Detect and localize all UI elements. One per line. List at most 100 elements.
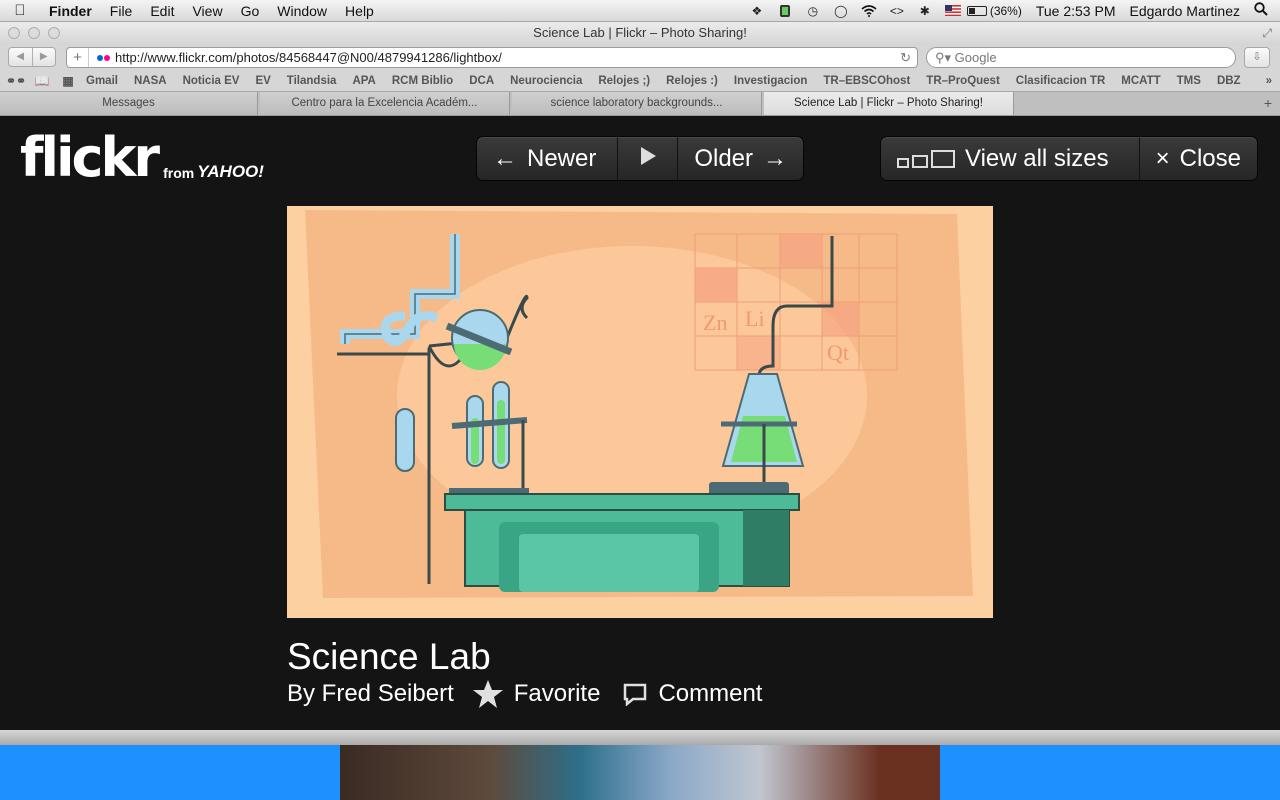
menu-app-name[interactable]: Finder — [40, 3, 101, 19]
menu-file[interactable]: File — [101, 3, 142, 19]
search-placeholder: Google — [954, 50, 997, 65]
bookmark-item[interactable]: TR–EBSCOhost — [815, 75, 918, 87]
arrow-left-icon: ← — [493, 144, 517, 172]
close-window-icon[interactable] — [8, 27, 20, 39]
downloads-button[interactable]: ⇩ — [1244, 47, 1270, 68]
arrow-right-icon: → — [763, 144, 787, 172]
photo-nav-group: ← Newer Older → — [476, 136, 804, 181]
menu-clock[interactable]: Tue 2:53 PM — [1036, 3, 1116, 19]
menu-go[interactable]: Go — [232, 3, 269, 19]
flickr-logo[interactable]: flickr from YAHOO! — [20, 126, 264, 189]
bookmark-item[interactable]: Investigacion — [726, 75, 816, 87]
older-label: Older — [694, 144, 753, 172]
bookmark-item[interactable]: Tilandsia — [279, 75, 345, 87]
flag-us-icon[interactable] — [944, 4, 962, 18]
apple-menu-icon[interactable]:  — [0, 2, 40, 19]
menu-help[interactable]: Help — [336, 3, 383, 19]
newer-button[interactable]: ← Newer — [477, 137, 619, 180]
tab-centro-excelencia[interactable]: Centro para la Excelencia Académ... — [260, 92, 510, 115]
menu-edit[interactable]: Edit — [141, 3, 183, 19]
view-all-sizes-button[interactable]: View all sizes — [881, 137, 1140, 180]
forward-button[interactable]: ▶ — [33, 48, 56, 66]
bookmark-item[interactable]: DCA — [461, 75, 502, 87]
comment-link[interactable]: Comment — [658, 680, 762, 708]
bookmark-item[interactable]: Relojes ;) — [590, 75, 658, 87]
timemachine-icon[interactable]: ◷ — [804, 4, 822, 18]
wifi-icon[interactable] — [860, 4, 878, 18]
logo-from-text: from — [163, 165, 195, 181]
back-button[interactable]: ◀ — [9, 48, 33, 66]
battery-icon — [966, 5, 987, 16]
menu-bar:  Finder File Edit View Go Window Help ❖… — [0, 0, 1280, 22]
battery-percent: (36%) — [989, 3, 1022, 18]
bookmark-item[interactable]: Clasificacion TR — [1008, 75, 1113, 87]
battery-indicator[interactable]: (36%) — [966, 3, 1022, 18]
older-button[interactable]: Older → — [678, 137, 803, 180]
photo-view-group: View all sizes × Close — [880, 136, 1258, 181]
tab-messages[interactable]: Messages — [0, 92, 258, 115]
bookmark-item[interactable]: TMS — [1169, 75, 1209, 87]
bookmark-item[interactable]: Relojes :) — [658, 75, 726, 87]
tab-science-backgrounds[interactable]: science laboratory backgrounds... — [512, 92, 762, 115]
photo-title: Science Lab — [287, 636, 491, 677]
photo-science-lab[interactable]: Zn Li Qt — [287, 206, 993, 618]
spotlight-icon[interactable] — [1254, 2, 1268, 19]
minimize-window-icon[interactable] — [28, 27, 40, 39]
bluetooth-icon[interactable]: ✱ — [916, 4, 934, 18]
menu-window[interactable]: Window — [268, 3, 336, 19]
bookmark-item[interactable]: Neurociencia — [502, 75, 590, 87]
photo-byline[interactable]: By Fred Seibert — [287, 680, 454, 708]
status-area: ❖ ◷ ◯ <> ✱ (36%) Tue 2:53 PM Edgardo Mar… — [743, 0, 1280, 22]
new-tab-icon[interactable]: + — [1256, 92, 1280, 115]
flickr-lightbox: flickr from YAHOO! ← Newer Older → View … — [0, 116, 1280, 730]
window-bottom-edge — [0, 730, 1280, 745]
bookmark-item[interactable]: DBZ — [1209, 75, 1249, 87]
fullscreen-icon[interactable]: ⤢ — [1262, 22, 1272, 44]
bookmark-item[interactable]: NASA — [126, 75, 175, 87]
search-icon: ⚲▾ — [935, 50, 952, 65]
reload-icon[interactable]: ↻ — [900, 48, 911, 67]
chart-label-qt: Qt — [827, 340, 849, 365]
chart-label-zn: Zn — [703, 310, 727, 335]
bookmarks-book-icon[interactable]: 📖 — [32, 74, 52, 88]
code-icon[interactable]: <> — [888, 4, 906, 18]
search-field[interactable]: ⚲▾ Google — [926, 47, 1236, 68]
dropbox-icon[interactable]: ❖ — [748, 4, 766, 18]
view-all-sizes-label: View all sizes — [965, 144, 1109, 172]
chart-label-li: Li — [745, 306, 765, 331]
tab-science-lab-flickr[interactable]: Science Lab | Flickr – Photo Sharing! — [764, 92, 1014, 115]
url-text[interactable]: http://www.flickr.com/photos/84568447@N0… — [115, 48, 502, 67]
bookmark-item[interactable]: RCM Biblio — [384, 75, 461, 87]
bookmark-item[interactable]: Gmail — [78, 75, 126, 87]
close-lightbox-button[interactable]: × Close — [1140, 137, 1257, 180]
star-icon[interactable] — [472, 679, 504, 709]
zoom-window-icon[interactable] — [48, 27, 60, 39]
menu-user[interactable]: Edgardo Martinez — [1129, 3, 1240, 19]
bookmark-item[interactable]: TR–ProQuest — [918, 75, 1008, 87]
add-bookmark-icon[interactable]: + — [67, 48, 89, 67]
slideshow-button[interactable] — [618, 137, 679, 180]
address-bar[interactable]: + http://www.flickr.com/photos/84568447@… — [66, 47, 918, 68]
sync-icon[interactable]: ◯ — [832, 4, 850, 18]
tab-bar: Messages Centro para la Excelencia Acadé… — [0, 92, 1280, 116]
yahoo-logo-text: YAHOO! — [197, 162, 264, 181]
menu-view[interactable]: View — [183, 3, 231, 19]
bookmarks-bar: ⚭⚭ 📖 ▦ Gmail NASA Noticia EV EV Tilandsi… — [0, 70, 1280, 92]
top-sites-grid-icon[interactable]: ▦ — [58, 74, 78, 88]
favorite-link[interactable]: Favorite — [514, 680, 601, 708]
comment-icon[interactable] — [622, 682, 648, 706]
background-window-photo — [340, 745, 940, 800]
newer-label: Newer — [527, 144, 597, 172]
close-label: Close — [1179, 144, 1241, 172]
bookmark-item[interactable]: EV — [247, 75, 278, 87]
flickr-logo-text: flickr — [20, 126, 160, 189]
bookmark-item[interactable]: APA — [344, 75, 383, 87]
window-title: Science Lab | Flickr – Photo Sharing! — [533, 25, 747, 40]
bookmark-item[interactable]: Noticia EV — [175, 75, 248, 87]
window-titlebar: Science Lab | Flickr – Photo Sharing! ⤢ — [0, 22, 1280, 44]
reading-glasses-icon[interactable]: ⚭⚭ — [6, 74, 26, 88]
more-bookmarks-icon[interactable]: » — [1266, 75, 1272, 87]
evernote-icon[interactable] — [776, 4, 794, 18]
download-icon: ⇩ — [1252, 51, 1262, 63]
bookmark-item[interactable]: MCATT — [1113, 75, 1168, 87]
